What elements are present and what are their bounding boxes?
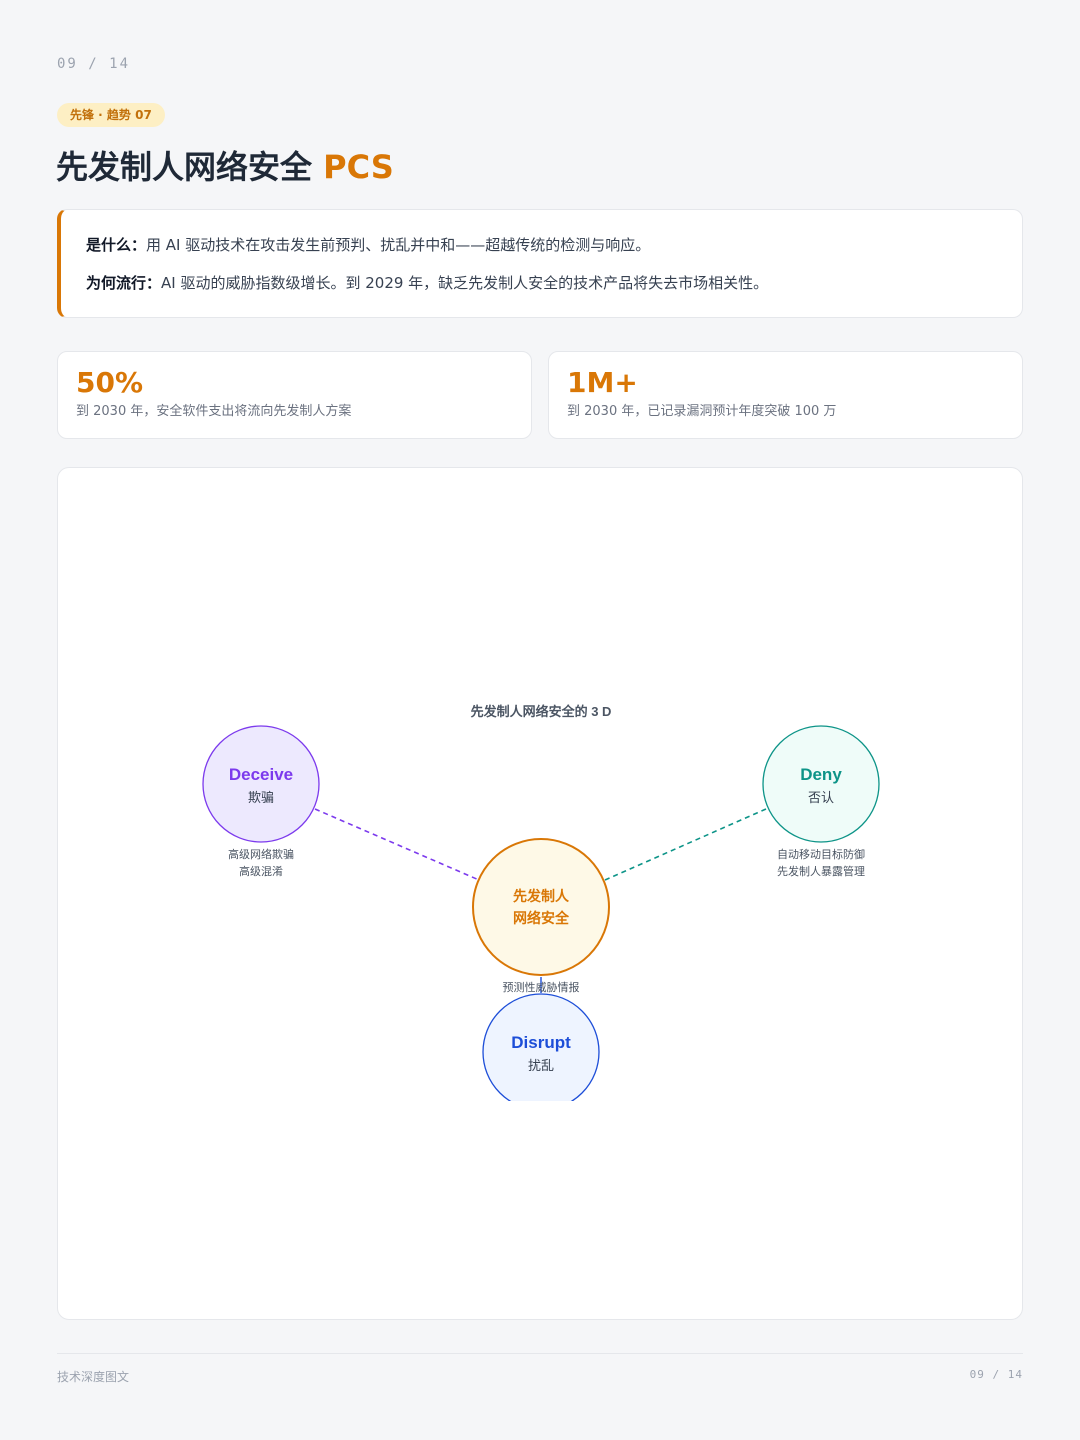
deceive-note: 高级混淆 <box>239 864 283 878</box>
slide-page: 09 / 14 先锋 · 趋势 07 先发制人网络安全 PCS 是什么：用 AI… <box>0 0 1080 1440</box>
stat-card-vulnerabilities: 1M+ 到 2030 年，已记录漏洞预计年度突破 100 万 <box>548 351 1023 439</box>
deny-label-zh: 否认 <box>808 791 834 806</box>
three-d-diagram: 先发制人网络安全的 3 D 先发制人 网络安全 Deceive 欺骗 高级网络欺… <box>202 704 880 1101</box>
intro-what-text: 用 AI 驱动技术在攻击发生前预判、扰乱并中和——超越传统的检测与响应。 <box>146 236 651 254</box>
deny-node: Deny 否认 自动移动目标防御 先发制人暴露管理 <box>762 725 880 878</box>
disrupt-label-zh: 扰乱 <box>528 1059 554 1074</box>
deceive-label-zh: 欺骗 <box>248 791 274 806</box>
intro-why: 为何流行：AI 驱动的威胁指数级增长。到 2029 年，缺乏先发制人安全的技术产… <box>86 272 998 294</box>
center-label-line1: 先发制人 <box>513 888 570 905</box>
intro-what: 是什么：用 AI 驱动技术在攻击发生前预判、扰乱并中和——超越传统的检测与响应。 <box>86 234 998 256</box>
stat-label: 到 2030 年，已记录漏洞预计年度突破 100 万 <box>567 404 837 419</box>
page-number-top: 09 / 14 <box>57 56 131 72</box>
trend-tag: 先锋 · 趋势 07 <box>57 103 165 127</box>
deceive-circle <box>202 725 320 843</box>
disrupt-note: 预测性威胁情报 <box>503 980 580 994</box>
stat-value: 1M+ <box>567 366 638 399</box>
center-node: 先发制人 网络安全 <box>472 838 610 976</box>
page-title: 先发制人网络安全 PCS <box>56 145 394 189</box>
stat-card-spend: 50% 到 2030 年，安全软件支出将流向先发制人方案 <box>57 351 532 439</box>
deny-label-en: Deny <box>800 765 842 784</box>
deny-circle <box>762 725 880 843</box>
deceive-note: 高级网络欺骗 <box>228 847 294 861</box>
stat-value: 50% <box>76 366 144 399</box>
disrupt-label-en: Disrupt <box>511 1033 571 1052</box>
title-main: 先发制人网络安全 <box>56 148 313 186</box>
deceive-label-en: Deceive <box>229 765 293 784</box>
deny-note: 自动移动目标防御 <box>777 847 865 861</box>
deny-note: 先发制人暴露管理 <box>777 864 865 878</box>
center-label-line2: 网络安全 <box>513 910 570 927</box>
stat-label: 到 2030 年，安全软件支出将流向先发制人方案 <box>76 404 352 419</box>
title-accent: PCS <box>323 148 394 186</box>
center-circle <box>472 838 610 976</box>
intro-what-label: 是什么： <box>86 236 147 254</box>
connector-deceive <box>314 808 480 881</box>
deceive-node: Deceive 欺骗 高级网络欺骗 高级混淆 <box>202 725 320 878</box>
footer-divider <box>57 1353 1023 1354</box>
intro-why-text: AI 驱动的威胁指数级增长。到 2029 年，缺乏先发制人安全的技术产品将失去市… <box>161 274 769 292</box>
page-number-bottom: 09 / 14 <box>969 1368 1023 1381</box>
connector-deny <box>604 808 767 881</box>
diagram-card: 先发制人网络安全的 3 D 先发制人 网络安全 Deceive 欺骗 高级网络欺… <box>57 467 1023 1320</box>
intro-card: 是什么：用 AI 驱动技术在攻击发生前预判、扰乱并中和——超越传统的检测与响应。… <box>57 209 1023 318</box>
footer-caption: 技术深度图文 <box>57 1370 130 1384</box>
intro-why-label: 为何流行： <box>86 274 162 292</box>
disrupt-circle <box>482 993 600 1101</box>
disrupt-node: 预测性威胁情报 Disrupt 扰乱 <box>482 980 600 1101</box>
diagram-title: 先发制人网络安全的 3 D <box>471 704 612 719</box>
